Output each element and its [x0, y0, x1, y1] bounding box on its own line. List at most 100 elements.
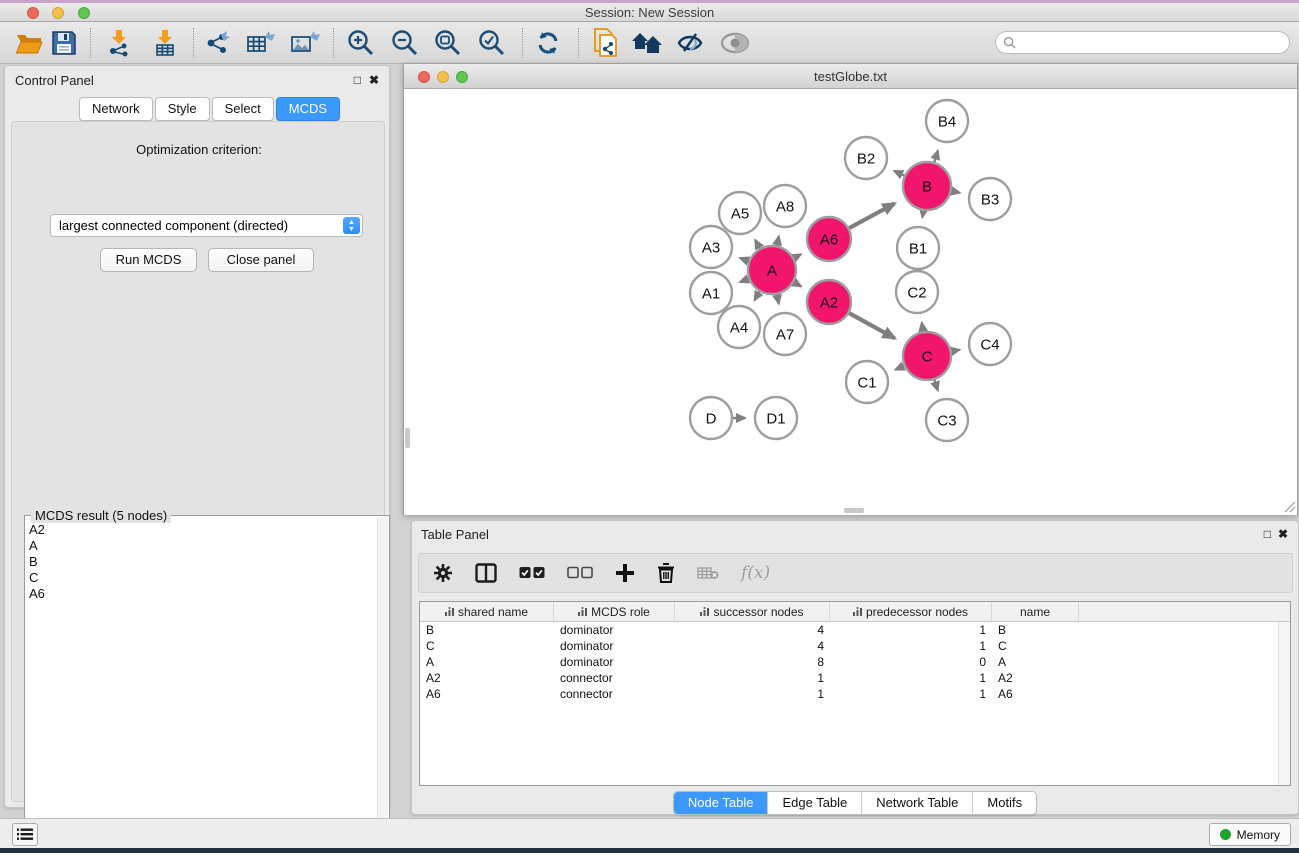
tab-motifs[interactable]: Motifs — [973, 792, 1036, 814]
close-panel-icon[interactable]: ✖ — [369, 74, 379, 86]
network-close-button[interactable] — [418, 71, 430, 83]
node-D[interactable]: D — [690, 397, 732, 439]
table-row[interactable]: Bdominator41B — [420, 622, 1290, 638]
edge-C-C3[interactable] — [934, 380, 937, 391]
table-row[interactable]: A6connector11A6 — [420, 686, 1290, 702]
node-A[interactable]: A — [748, 246, 796, 294]
table-row[interactable]: A2connector11A2 — [420, 670, 1290, 686]
table-close-panel-icon[interactable]: ✖ — [1278, 528, 1288, 540]
node-B4[interactable]: B4 — [926, 100, 968, 142]
edge-A-A3[interactable] — [740, 258, 749, 261]
column-header-shared-name[interactable]: shared name — [420, 602, 554, 621]
mcds-result-item[interactable]: A — [29, 538, 45, 554]
edge-C-C1[interactable] — [895, 366, 904, 370]
zoom-out-icon[interactable] — [388, 26, 422, 60]
zoom-in-icon[interactable] — [344, 26, 378, 60]
import-network-icon[interactable] — [103, 26, 137, 60]
node-B1[interactable]: B1 — [897, 227, 939, 269]
node-B2[interactable]: B2 — [845, 137, 887, 179]
mcds-result-item[interactable]: A6 — [29, 586, 45, 602]
table-row[interactable]: Adominator80A — [420, 654, 1290, 670]
edge-B-B3[interactable] — [951, 191, 959, 193]
run-mcds-button[interactable]: Run MCDS — [100, 248, 197, 272]
save-session-icon[interactable] — [47, 26, 81, 60]
node-C2[interactable]: C2 — [896, 271, 938, 313]
edge-C-C4[interactable] — [952, 350, 960, 352]
node-B[interactable]: B — [903, 162, 951, 210]
edge-C-C2[interactable] — [922, 323, 923, 332]
criterion-dropdown[interactable]: largest connected component (directed) ▲… — [50, 214, 363, 237]
tab-edge-table[interactable]: Edge Table — [768, 792, 862, 814]
tab-node-table[interactable]: Node Table — [674, 792, 769, 814]
node-A8[interactable]: A8 — [764, 185, 806, 227]
export-image-icon[interactable] — [288, 26, 322, 60]
mcds-result-scrollbar[interactable] — [377, 517, 388, 853]
node-C4[interactable]: C4 — [969, 323, 1011, 365]
close-window-button[interactable] — [27, 7, 39, 19]
table-float-panel-icon[interactable]: □ — [1264, 528, 1271, 540]
float-panel-icon[interactable]: □ — [354, 74, 361, 86]
vertical-scrollbar-nub[interactable] — [405, 428, 410, 448]
edge-A2-C[interactable] — [849, 313, 894, 338]
add-column-icon[interactable] — [615, 563, 635, 583]
edge-A-A4[interactable] — [755, 292, 760, 301]
memory-button[interactable]: Memory — [1209, 823, 1291, 846]
node-A4[interactable]: A4 — [718, 306, 760, 348]
select-all-checkboxes-icon[interactable] — [519, 566, 545, 580]
edge-A-A8[interactable] — [777, 236, 779, 245]
clone-network-icon[interactable] — [588, 26, 622, 60]
node-C[interactable]: C — [903, 332, 951, 380]
deselect-all-checkboxes-icon[interactable] — [567, 566, 593, 580]
node-D1[interactable]: D1 — [755, 397, 797, 439]
edge-A-A1[interactable] — [740, 279, 749, 282]
edge-B-B2[interactable] — [894, 171, 904, 176]
import-table-icon[interactable] — [149, 26, 183, 60]
edge-A6-B[interactable] — [849, 204, 894, 228]
node-A5[interactable]: A5 — [719, 192, 761, 234]
mcds-result-list[interactable]: A2ABCA6 — [29, 522, 45, 602]
node-C3[interactable]: C3 — [926, 399, 968, 441]
show-details-icon[interactable] — [718, 26, 752, 60]
column-header-predecessor-nodes[interactable]: predecessor nodes — [830, 602, 992, 621]
mcds-result-item[interactable]: A2 — [29, 522, 45, 538]
node-A2[interactable]: A2 — [807, 280, 851, 324]
zoom-window-button[interactable] — [78, 7, 90, 19]
tab-network-table[interactable]: Network Table — [862, 792, 973, 814]
split-columns-icon[interactable] — [475, 563, 497, 583]
column-header-name[interactable]: name — [992, 602, 1079, 621]
edge-A-A6[interactable] — [794, 254, 801, 258]
node-A3[interactable]: A3 — [690, 226, 732, 268]
node-A6[interactable]: A6 — [807, 217, 851, 261]
edge-B-B4[interactable] — [934, 151, 938, 162]
search-input[interactable] — [1016, 36, 1266, 50]
zoom-selected-icon[interactable] — [475, 26, 509, 60]
node-A1[interactable]: A1 — [690, 272, 732, 314]
resize-grip[interactable] — [1283, 500, 1296, 513]
refresh-icon[interactable] — [531, 26, 565, 60]
edge-B-B1[interactable] — [922, 211, 923, 218]
tab-network[interactable]: Network — [79, 97, 153, 121]
node-A7[interactable]: A7 — [764, 313, 806, 355]
task-history-button[interactable] — [12, 823, 38, 846]
column-header-MCDS-role[interactable]: MCDS role — [554, 602, 675, 621]
table-row[interactable]: Cdominator41C — [420, 638, 1290, 654]
node-table-scrollbar[interactable] — [1278, 622, 1290, 785]
node-table[interactable]: shared nameMCDS rolesuccessor nodesprede… — [419, 601, 1291, 786]
column-header-successor-nodes[interactable]: successor nodes — [675, 602, 830, 621]
export-table-icon[interactable] — [244, 26, 278, 60]
open-file-icon[interactable] — [12, 26, 46, 60]
zoom-fit-icon[interactable] — [431, 26, 465, 60]
tab-mcds[interactable]: MCDS — [276, 97, 340, 121]
export-network-icon[interactable] — [201, 26, 235, 60]
network-graph[interactable]: B4B2BB3A5A8A6B1A3AC2A1A2A4A7CC4C1C3DD1 — [404, 89, 1297, 515]
tab-style[interactable]: Style — [155, 97, 210, 121]
close-panel-button[interactable]: Close panel — [208, 248, 314, 272]
network-zoom-button[interactable] — [456, 71, 468, 83]
edge-A-A5[interactable] — [755, 240, 760, 248]
home-icon[interactable] — [630, 26, 664, 60]
search-field[interactable] — [995, 31, 1290, 54]
edge-A-A2[interactable] — [794, 282, 801, 286]
delete-column-icon[interactable] — [657, 563, 675, 583]
node-B3[interactable]: B3 — [969, 178, 1011, 220]
hide-details-icon[interactable] — [673, 26, 707, 60]
